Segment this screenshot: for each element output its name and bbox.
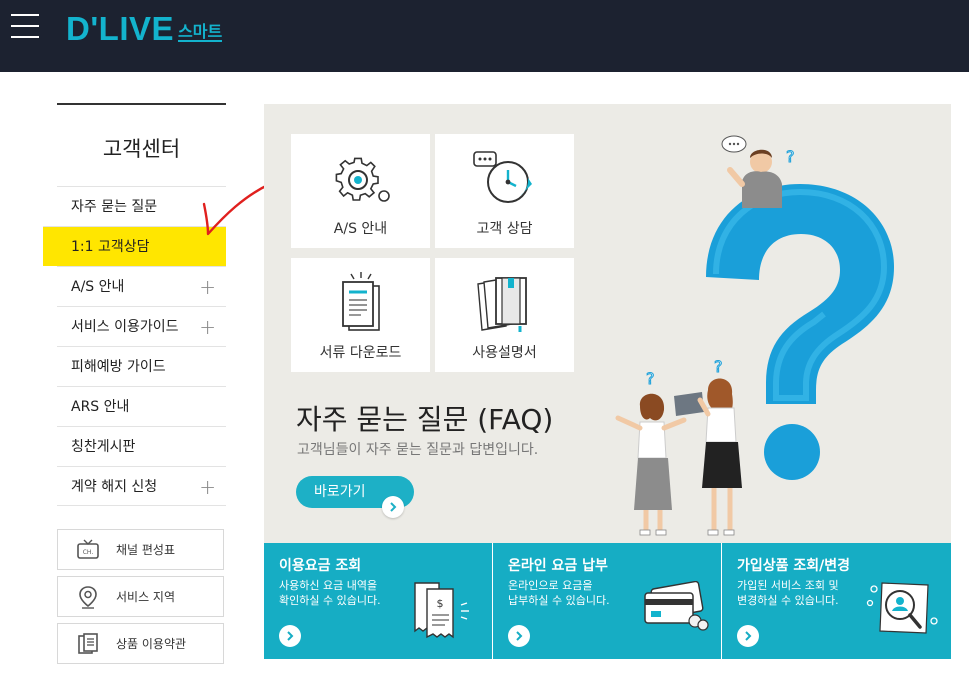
faq-subtitle: 고객님들이 자주 묻는 질문과 답변입니다. [297, 442, 539, 458]
tile-label: A/S 안내 [333, 221, 388, 237]
sidebar-item-label: 피해예방 가이드 [71, 359, 166, 375]
main-banner: A/S 안내 고객 상담 서류 다운로드 사용설명서 자주 묻는 질문 (FAQ… [264, 104, 951, 543]
arrow-right-icon [382, 496, 404, 518]
channel-schedule-button[interactable]: CH. 채널 편성표 [57, 529, 224, 570]
magnifier-user-icon [866, 582, 938, 634]
quick-service-cards: 이용요금 조회 사용하신 요금 내역을 확인하실 수 있습니다. $ 온라인 요… [264, 543, 951, 659]
arrow-right-icon[interactable] [279, 625, 301, 647]
side-button-label: 서비스 지역 [116, 590, 176, 604]
logo-subtext: 스마트 [178, 22, 223, 42]
sidebar-divider [57, 103, 226, 105]
expand-plus-icon[interactable]: + [199, 307, 216, 347]
arrow-right-icon[interactable] [508, 625, 530, 647]
sidebar-item-praise-board[interactable]: 칭찬게시판 [57, 426, 226, 466]
side-button-label: 채널 편성표 [116, 543, 176, 557]
sidebar-item-label: 1:1 고객상담 [71, 239, 150, 255]
sidebar-item-label: ARS 안내 [71, 399, 130, 415]
svg-text:?: ? [714, 357, 723, 376]
sidebar-item-label: 계약 해지 신청 [71, 479, 158, 495]
svg-text:?: ? [646, 369, 655, 388]
location-pin-icon [76, 585, 100, 609]
tile-label: 고객 상담 [476, 221, 533, 237]
sidebar-item-as-guide[interactable]: A/S 안내 + [57, 266, 226, 306]
faq-title: 자주 묻는 질문 (FAQ) [296, 403, 554, 436]
card-description: 온라인으로 요금을 납부하실 수 있습니다. [508, 579, 610, 607]
tile-label: 서류 다운로드 [319, 345, 402, 361]
service-area-button[interactable]: 서비스 지역 [57, 576, 224, 617]
go-faq-button[interactable]: 바로가기 [296, 476, 414, 518]
svg-text:CH.: CH. [83, 549, 94, 556]
side-button-label: 상품 이용약관 [116, 637, 187, 651]
tile-customer-consult[interactable]: 고객 상담 [435, 134, 574, 248]
tile-user-manual[interactable]: 사용설명서 [435, 258, 574, 372]
sidebar-item-label: 칭찬게시판 [71, 439, 136, 455]
sidebar-item-contract-cancel[interactable]: 계약 해지 신청 + [57, 466, 226, 506]
faq-illustration: ? ? ? [615, 135, 894, 536]
clock-chat-icon [435, 146, 574, 212]
document-download-icon [291, 270, 430, 336]
sidebar-item-service-guide[interactable]: 서비스 이용가이드 + [57, 306, 226, 346]
document-icon [76, 632, 100, 656]
tile-as-guide[interactable]: A/S 안내 [291, 134, 430, 248]
expand-plus-icon[interactable]: + [199, 467, 216, 507]
expand-plus-icon[interactable]: + [199, 267, 216, 307]
credit-card-icon [644, 581, 709, 631]
sidebar-item-damage-prevention[interactable]: 피해예방 가이드 [57, 346, 226, 386]
go-button-label: 바로가기 [314, 484, 366, 500]
sidebar-item-ars[interactable]: ARS 안내 [57, 386, 226, 426]
tv-icon: CH. [76, 538, 100, 562]
card-subscribed-product[interactable]: 가입상품 조회/변경 가입된 서비스 조회 및 변경하실 수 있습니다. [722, 543, 951, 659]
svg-text:$: $ [437, 597, 444, 610]
arrow-right-icon[interactable] [737, 625, 759, 647]
card-description: 사용하신 요금 내역을 확인하실 수 있습니다. [279, 579, 381, 607]
tile-document-download[interactable]: 서류 다운로드 [291, 258, 430, 372]
logo-text: D'LIVE [66, 10, 175, 47]
dlive-logo[interactable]: D'LIVE 스마트 [66, 8, 223, 48]
card-online-payment[interactable]: 온라인 요금 납부 온라인으로 요금을 납부하실 수 있습니다. [493, 543, 721, 659]
card-description: 가입된 서비스 조회 및 변경하실 수 있습니다. [737, 579, 839, 607]
sidebar-title: 고객센터 [102, 137, 181, 161]
gear-icon [291, 146, 430, 212]
manual-book-icon [435, 270, 574, 336]
product-terms-button[interactable]: 상품 이용약관 [57, 623, 224, 664]
card-title: 이용요금 조회 [279, 558, 362, 574]
sidebar-item-label: A/S 안내 [71, 279, 125, 295]
hamburger-menu-icon[interactable] [11, 13, 39, 39]
top-header: D'LIVE 스마트 [0, 0, 969, 72]
card-usage-fee-inquiry[interactable]: 이용요금 조회 사용하신 요금 내역을 확인하실 수 있습니다. $ [264, 543, 492, 659]
svg-text:?: ? [786, 147, 795, 166]
card-title: 가입상품 조회/변경 [737, 558, 851, 574]
receipt-icon: $ [414, 582, 469, 639]
card-title: 온라인 요금 납부 [508, 558, 608, 574]
tile-label: 사용설명서 [472, 345, 537, 361]
sidebar-item-label: 자주 묻는 질문 [71, 199, 158, 215]
sidebar-item-label: 서비스 이용가이드 [71, 319, 179, 335]
